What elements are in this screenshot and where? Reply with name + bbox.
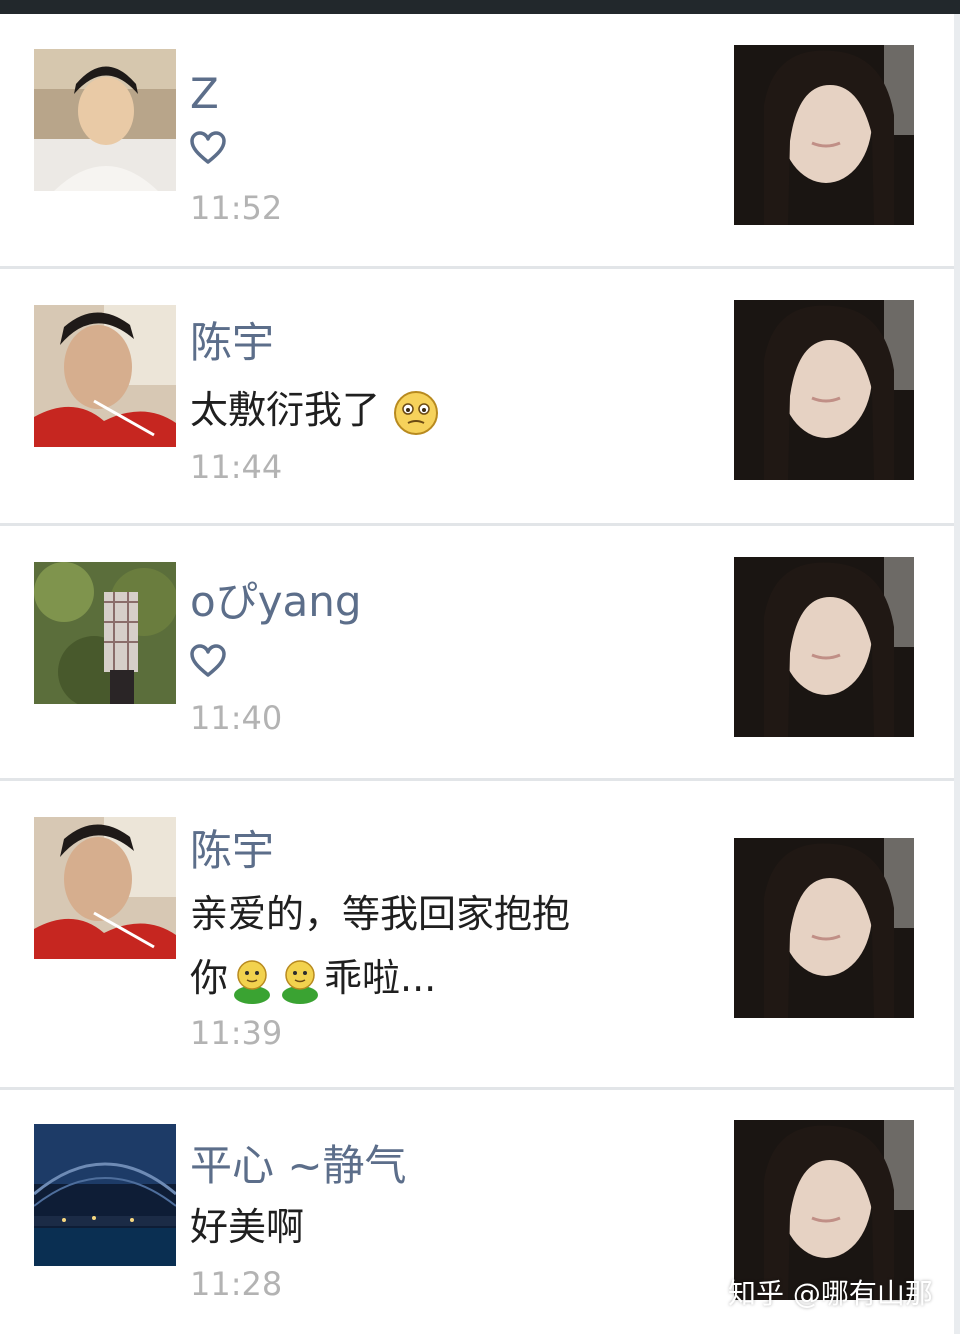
avatar[interactable] [34,1124,176,1266]
message-text: 好美啊 [190,1205,305,1249]
heart-icon [188,128,228,168]
timestamp: 11:44 [190,448,283,486]
timestamp: 11:40 [190,699,283,737]
hug-emoji-icon [282,959,319,1004]
list-item[interactable]: 陈宇 太敷衍我了 11:44 [0,269,954,523]
list-item[interactable]: 陈宇 亲爱的，等我回家抱抱 你 乖啦... 11:39 [0,781,954,1087]
confused-face-icon [394,390,439,435]
timestamp: 11:39 [190,1014,283,1052]
post-thumbnail[interactable] [734,1120,914,1300]
post-thumbnail[interactable] [734,557,914,737]
hug-emoji-icon [234,959,271,1004]
list-item[interactable]: Z 11:52 [0,14,954,266]
message-prefix: 你 [190,956,229,1000]
message-text: 太敷衍我了 [190,379,440,441]
avatar[interactable] [34,562,176,704]
user-name[interactable]: oぴyang [190,576,362,628]
post-thumbnail[interactable] [734,300,914,480]
message-body: 太敷衍我了 [190,388,381,432]
scroll-edge [954,14,960,1334]
list-item[interactable]: oぴyang 11:40 [0,526,954,778]
avatar[interactable] [34,49,176,191]
timestamp: 11:28 [190,1265,283,1303]
user-name[interactable]: 陈宇 [190,317,274,369]
post-thumbnail[interactable] [734,838,914,1018]
user-name[interactable]: 陈宇 [190,825,274,877]
message-text-line-1: 亲爱的，等我回家抱抱 [190,892,571,936]
watermark: 知乎 @哪有山那 [728,1277,933,1310]
avatar[interactable] [34,817,176,959]
heart-icon [188,641,228,681]
message-text-line-2: 你 乖啦... [190,947,436,1009]
timestamp: 11:52 [190,189,283,227]
message-suffix: 乖啦... [324,956,437,1000]
avatar[interactable] [34,305,176,447]
post-thumbnail[interactable] [734,45,914,225]
user-name[interactable]: Z [190,68,219,120]
status-bar [0,0,960,14]
user-name[interactable]: 平心 ~静气 [190,1140,407,1192]
